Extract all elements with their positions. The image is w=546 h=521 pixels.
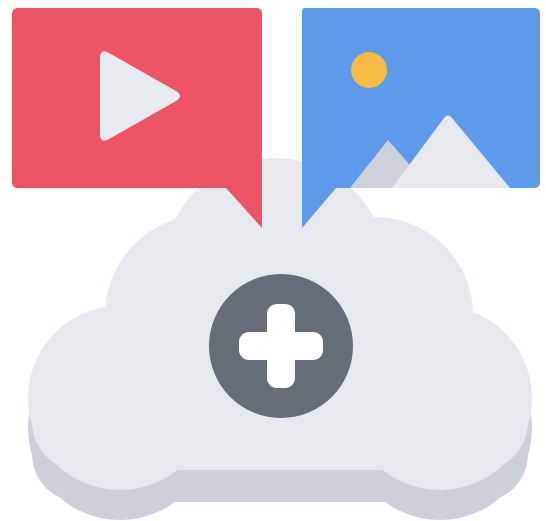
sun-icon xyxy=(351,52,387,88)
cloud-upload-illustration xyxy=(0,0,546,521)
add-to-cloud-button xyxy=(209,274,353,418)
illustration-canvas xyxy=(12,8,540,520)
